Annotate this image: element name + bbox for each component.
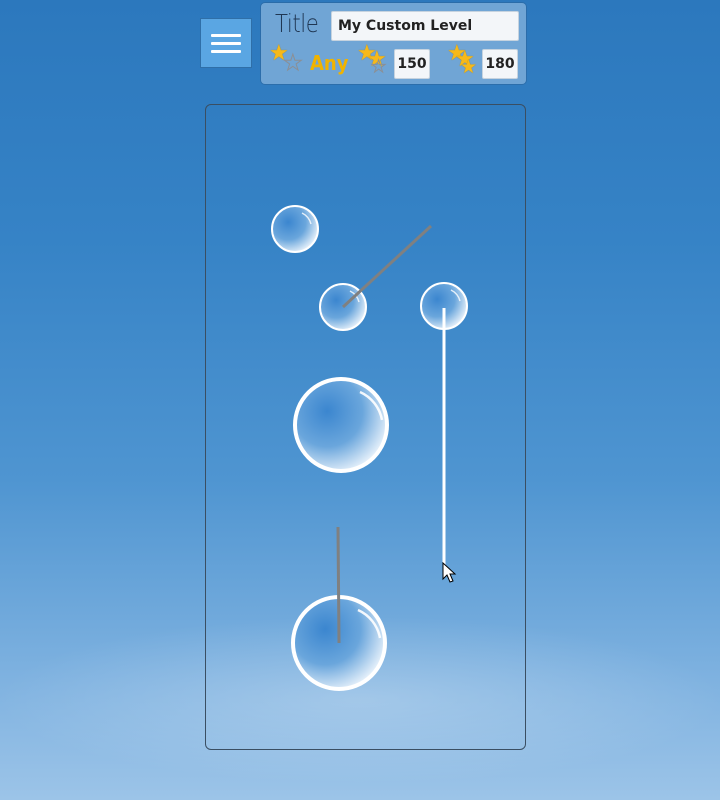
mouse-cursor-icon [442,562,457,583]
aim-line[interactable] [341,224,433,309]
aim-line[interactable] [336,526,341,644]
bubble[interactable] [293,377,389,473]
level-canvas[interactable] [0,0,720,800]
bubble[interactable] [271,205,319,253]
